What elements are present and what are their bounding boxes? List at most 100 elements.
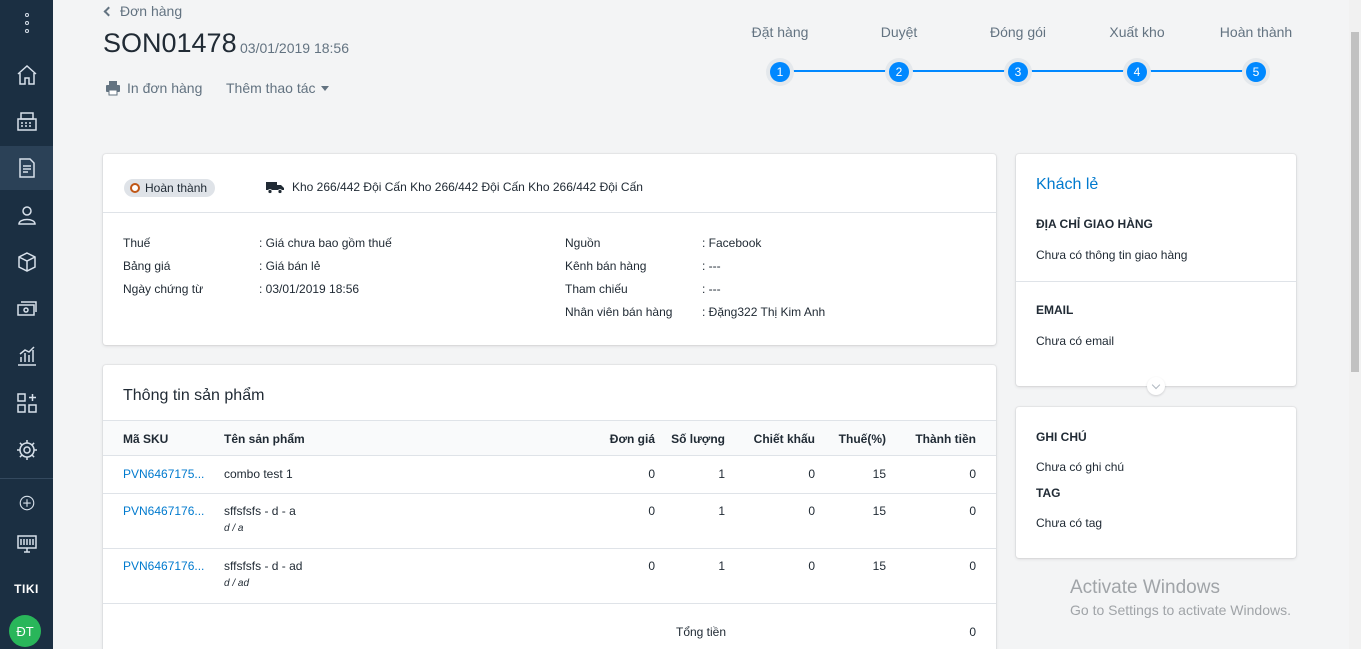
home-icon[interactable]: [0, 53, 53, 97]
product-box-icon[interactable]: [0, 240, 53, 284]
notes-card: GHI CHÚ Chưa có ghi chú TAG Chưa có tag: [1016, 407, 1296, 558]
step-label-3: Đóng gói: [989, 24, 1047, 40]
salesperson-value: : Đặng322 Thị Kim Anh: [702, 305, 826, 319]
step-circle-1: 1: [766, 58, 794, 86]
source-value: : Facebook: [702, 236, 762, 250]
col-unit-price: Đơn giá: [609, 432, 655, 446]
discount: 0: [808, 467, 815, 481]
tax: 15: [872, 504, 886, 518]
reference-value: : ---: [702, 282, 721, 296]
step-label-4: Xuất kho: [1109, 24, 1165, 40]
status-ring-icon: [130, 183, 140, 193]
customer-icon[interactable]: [0, 193, 53, 237]
discount: 0: [808, 504, 815, 518]
order-date: 03/01/2019 18:56: [240, 40, 349, 56]
document-date-label: Ngày chứng từ: [123, 282, 204, 296]
document-date-value: : 03/01/2019 18:56: [259, 282, 360, 296]
email-value: Chưa có email: [1036, 334, 1115, 348]
product-name: sffsfsfs - d - a: [224, 504, 296, 518]
step-label-5: Hoàn thành: [1219, 24, 1293, 40]
sidebar-divider: [0, 478, 53, 479]
col-product-name: Tên sản phẩm: [224, 432, 305, 446]
step-circle-3: 3: [1004, 58, 1032, 86]
table-header: Mã SKU Tên sản phẩm Đơn giá Số lượng Chi…: [103, 420, 996, 456]
note-value: Chưa có ghi chú: [1036, 460, 1125, 474]
shipping-address-title: ĐỊA CHỈ GIAO HÀNG: [1036, 217, 1153, 231]
tax-value: : Giá chưa bao gồm thuế: [259, 236, 392, 250]
status-badge: Hoàn thành: [124, 179, 216, 197]
salesperson-label: Nhân viên bán hàng: [565, 305, 673, 319]
variant-label: d / a: [224, 523, 244, 534]
divider: [1016, 281, 1296, 282]
page-title: SON01478: [103, 28, 237, 58]
more-actions-dropdown[interactable]: Thêm thao tác: [226, 80, 329, 96]
order-document-icon[interactable]: [0, 146, 53, 190]
order-info-card: Hoàn thành Kho 266/442 Đội Cấn Kho 266/4…: [103, 154, 996, 345]
avatar[interactable]: ĐT: [9, 615, 41, 647]
line-total: 0: [969, 559, 976, 573]
line-total: 0: [969, 504, 976, 518]
price-list-value: : Giá bán lẻ: [259, 259, 321, 273]
reference-label: Tham chiếu: [565, 282, 628, 296]
discount: 0: [808, 559, 815, 573]
col-tax: Thuế(%): [838, 432, 886, 446]
cash-money-icon[interactable]: [0, 287, 53, 331]
tax-label: Thuế: [123, 236, 151, 250]
step-circle-5: 5: [1242, 58, 1270, 86]
back-label: Đơn hàng: [120, 3, 183, 19]
table-row: PVN6467176... sffsfsfs - d - a d / a 0 1…: [103, 494, 996, 549]
sku-link[interactable]: PVN6467176...: [123, 559, 204, 573]
more-menu-icon[interactable]: [0, 6, 53, 40]
line-total: 0: [969, 467, 976, 481]
print-order-button[interactable]: In đơn hàng: [105, 80, 202, 96]
truck-icon: [266, 182, 284, 194]
store-monitor-icon[interactable]: [0, 522, 53, 566]
tag-value: Chưa có tag: [1036, 516, 1103, 530]
activate-windows-watermark: Activate Windows: [1070, 577, 1220, 598]
status-label: Hoàn thành: [145, 181, 208, 195]
activate-windows-hint: Go to Settings to activate Windows.: [1070, 602, 1291, 618]
product-name: sffsfsfs - d - ad: [224, 559, 303, 573]
tag-title: TAG: [1036, 486, 1061, 500]
product-section-title: Thông tin sản phẩm: [123, 387, 265, 404]
col-quantity: Số lượng: [671, 432, 725, 446]
step-label-2: Duyệt: [880, 24, 918, 40]
step-label-1: Đặt hàng: [751, 24, 809, 40]
apps-grid-icon[interactable]: [0, 381, 53, 425]
grand-total-label: Tổng tiền: [676, 625, 727, 639]
shipping-address-value: Chưa có thông tin giao hàng: [1036, 248, 1188, 262]
chevron-left-icon: [103, 6, 114, 16]
email-title: EMAIL: [1036, 303, 1074, 317]
unit-price: 0: [648, 559, 655, 573]
print-label: In đơn hàng: [127, 80, 203, 96]
warehouse-address: Kho 266/442 Đội Cấn Kho 266/442 Đội Cấn …: [292, 180, 643, 194]
settings-gear-icon[interactable]: [0, 428, 53, 472]
scrollbar-thumb[interactable]: [1351, 32, 1359, 372]
table-row: PVN6467175... combo test 1 0 1 0 15 0: [103, 456, 996, 494]
tiki-channel-label[interactable]: TIKI: [0, 582, 53, 596]
customer-name-link[interactable]: Khách lẻ: [1036, 176, 1098, 194]
back-link[interactable]: Đơn hàng: [102, 3, 182, 19]
sku-link[interactable]: PVN6467175...: [123, 467, 204, 481]
col-total: Thành tiền: [915, 432, 976, 446]
col-sku: Mã SKU: [123, 432, 169, 446]
variant-label: d / ad: [224, 578, 250, 589]
sales-channel-value: : ---: [702, 259, 721, 273]
pos-register-icon[interactable]: [0, 99, 53, 143]
add-channel-icon[interactable]: [0, 481, 53, 525]
product-info-card: Thông tin sản phẩm Mã SKU Tên sản phẩm Đ…: [103, 365, 996, 649]
unit-price: 0: [648, 467, 655, 481]
page-scrollbar[interactable]: [1349, 0, 1361, 649]
sales-channel-label: Kênh bán hàng: [565, 259, 647, 273]
quantity: 1: [718, 504, 725, 518]
product-name: combo test 1: [224, 467, 293, 481]
note-title: GHI CHÚ: [1036, 430, 1087, 444]
expand-chevron-icon[interactable]: [1147, 377, 1165, 395]
step-circle-4: 4: [1123, 58, 1151, 86]
quantity: 1: [718, 559, 725, 573]
sku-link[interactable]: PVN6467176...: [123, 504, 204, 518]
report-chart-icon[interactable]: [0, 334, 53, 378]
caret-down-icon: [320, 85, 329, 91]
tax: 15: [872, 467, 886, 481]
source-label: Nguồn: [565, 236, 601, 250]
